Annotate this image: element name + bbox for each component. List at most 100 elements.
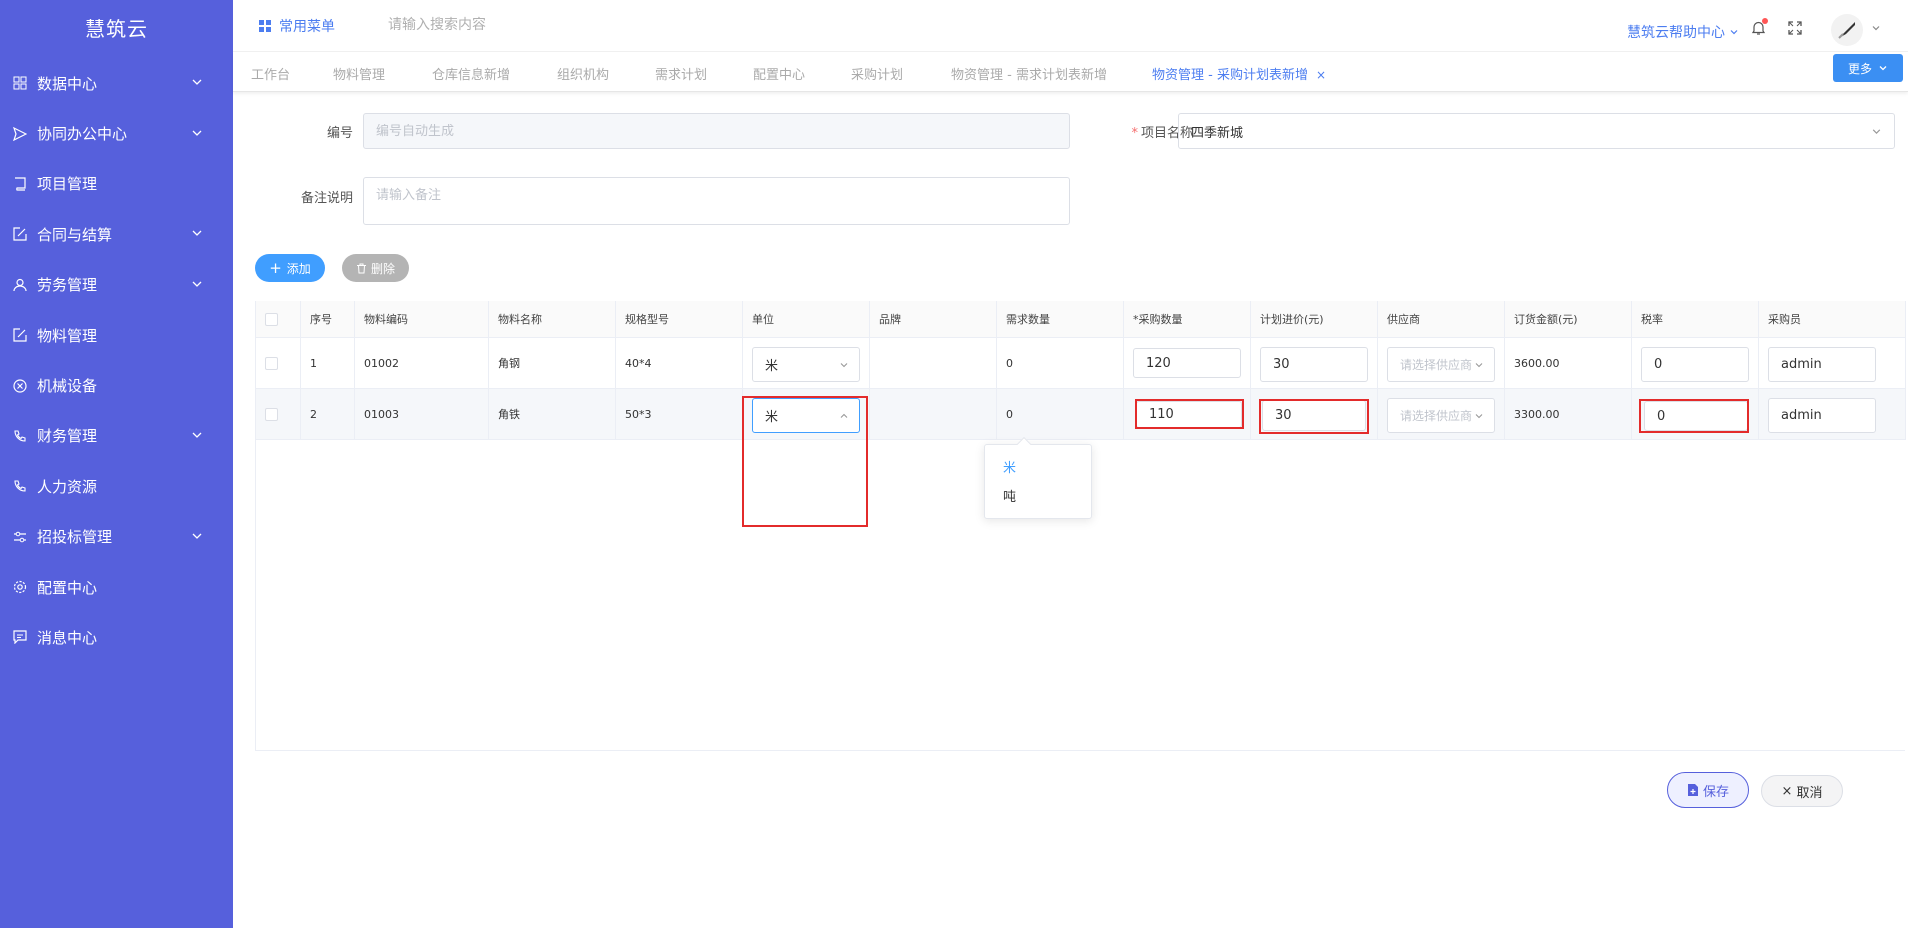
message-icon (12, 629, 28, 645)
tab-organization[interactable]: 组织机构 (557, 64, 609, 83)
sidebar-item[interactable]: 财务管理 (0, 411, 233, 461)
purchase-qty-input[interactable]: 110 (1136, 401, 1242, 428)
project-label: * 项目名称 (1131, 126, 1193, 141)
material-code: 01003 (355, 389, 489, 440)
tax-input[interactable]: 0 (1644, 401, 1748, 431)
code-field[interactable] (363, 113, 1070, 149)
code-input[interactable] (376, 123, 1057, 139)
unit-select-open[interactable]: 米 (752, 398, 860, 433)
row-checkbox[interactable] (265, 407, 278, 421)
tab-warehouse-add[interactable]: 仓库信息新增 (432, 64, 510, 83)
demand-qty: 0 (997, 389, 1124, 440)
select-all-checkbox[interactable] (265, 312, 278, 326)
sidebar-item[interactable]: 项目管理 (0, 159, 233, 209)
tab-close-icon[interactable]: × (1316, 68, 1326, 82)
trash-icon (356, 263, 366, 273)
sidebar-item[interactable]: 招投标管理 (0, 512, 233, 562)
unit-select[interactable]: 米 (752, 347, 860, 382)
tab-workbench[interactable]: 工作台 (251, 64, 290, 83)
sidebar-item-label: 合同与结算 (37, 225, 113, 244)
chevron-down-icon (1872, 26, 1880, 31)
remark-label: 备注说明 (300, 191, 353, 206)
price-input[interactable]: 30 (1260, 347, 1368, 382)
search-input[interactable] (388, 12, 628, 38)
tab-purchase-plan[interactable]: 采购计划 (851, 64, 903, 83)
chevron-down-icon (191, 125, 203, 143)
help-center-label: 慧筑云帮助中心 (1627, 25, 1725, 41)
user-avatar[interactable] (1831, 14, 1863, 46)
unit-option-meter[interactable]: 米 (1003, 457, 1016, 476)
sidebar-item[interactable]: 消息中心 (0, 612, 233, 662)
code-label: 编号 (326, 126, 353, 141)
column-header: 采购员 (1759, 301, 1906, 338)
notification-button[interactable] (1751, 18, 1768, 40)
sidebar-item[interactable]: 劳务管理 (0, 260, 233, 310)
sidebar-item[interactable]: 配置中心 (0, 562, 233, 612)
top-bar: 常用菜单 慧筑云帮助中心 (233, 0, 1908, 52)
row-index: 2 (301, 389, 355, 440)
sidebar-item[interactable]: 人力资源 (0, 461, 233, 511)
sidebar-item[interactable]: 协同办公中心 (0, 108, 233, 158)
chevron-down-icon (191, 225, 203, 243)
sidebar: 慧筑云 数据中心 协同办公中心 项目管理 合同与结算 劳务管理 物料管理 机械设备 财务管理人… (0, 0, 233, 928)
tab-material-management[interactable]: 物料管理 (333, 64, 385, 83)
chevron-up-icon (840, 413, 848, 418)
sliders-icon (12, 529, 28, 545)
remark-textarea[interactable] (376, 178, 1057, 224)
row-select-cell (256, 389, 301, 440)
column-header: 税率 (1632, 301, 1759, 338)
chevron-down-icon (191, 528, 203, 546)
project-value: 四季新城 (1191, 125, 1244, 141)
delete-button[interactable]: 删除 (342, 254, 409, 282)
grid-icon (12, 75, 28, 91)
supplier-select[interactable]: 请选择供应商 (1387, 398, 1495, 433)
circle-x-icon (12, 378, 28, 394)
chevron-down-icon (1475, 362, 1483, 367)
phone-icon (12, 428, 28, 444)
chevron-down-icon (191, 74, 203, 92)
save-button[interactable]: 保存 (1667, 772, 1749, 808)
supplier-select[interactable]: 请选择供应商 (1387, 347, 1495, 382)
price-input[interactable]: 30 (1262, 400, 1366, 431)
more-tabs-button[interactable]: 更多 (1833, 54, 1903, 82)
user-icon (12, 277, 28, 293)
row-checkbox[interactable] (265, 356, 278, 370)
sidebar-item-label: 消息中心 (37, 628, 98, 647)
plus-icon: + (269, 259, 282, 277)
book-icon (12, 176, 28, 192)
column-header: 订货金额(元) (1505, 301, 1632, 338)
project-select[interactable]: 四季新城 (1178, 113, 1895, 149)
sidebar-item-label: 人力资源 (37, 477, 98, 496)
purchase-qty-input[interactable]: 120 (1133, 348, 1241, 378)
buyer-input[interactable]: admin (1768, 398, 1876, 433)
tab-demand-plan[interactable]: 需求计划 (655, 64, 707, 83)
sidebar-item[interactable]: 数据中心 (0, 58, 233, 108)
sidebar-item-label: 数据中心 (37, 74, 98, 93)
common-menu-button[interactable]: 常用菜单 (259, 16, 335, 36)
sidebar-item-label: 招投标管理 (37, 528, 113, 547)
help-center-dropdown[interactable]: 慧筑云帮助中心 (1627, 22, 1739, 42)
sidebar-item[interactable]: 物料管理 (0, 310, 233, 360)
user-menu-chevron[interactable] (1871, 22, 1881, 37)
fullscreen-button[interactable] (1788, 21, 1802, 39)
tab-config-center[interactable]: 配置中心 (753, 64, 805, 83)
sidebar-item[interactable]: 合同与结算 (0, 209, 233, 259)
cancel-button[interactable]: × 取消 (1761, 775, 1843, 807)
material-table: 序号 物料编码 物料名称 规格型号 单位 品牌 需求数量 *采购数量 计划进价(… (255, 301, 1906, 751)
add-button[interactable]: + 添加 (255, 254, 325, 282)
row-index: 1 (301, 338, 355, 389)
tax-input[interactable]: 0 (1641, 347, 1749, 382)
sidebar-item-label: 劳务管理 (37, 276, 98, 295)
unit-option-ton[interactable]: 吨 (1003, 486, 1016, 505)
column-header: 序号 (301, 301, 355, 338)
remark-field[interactable] (363, 177, 1070, 225)
sidebar-item[interactable]: 机械设备 (0, 360, 233, 410)
sidebar-item-label: 协同办公中心 (37, 125, 128, 144)
tab-purchase-plan-add[interactable]: 物资管理 - 采购计划表新增 × (1152, 64, 1326, 83)
tab-demand-plan-add[interactable]: 物资管理 - 需求计划表新增 (951, 64, 1107, 83)
chevron-down-icon (191, 427, 203, 445)
column-header: 需求数量 (997, 301, 1124, 338)
chevron-down-icon (1872, 128, 1881, 134)
column-header: 规格型号 (616, 301, 743, 338)
buyer-input[interactable]: admin (1768, 347, 1876, 382)
